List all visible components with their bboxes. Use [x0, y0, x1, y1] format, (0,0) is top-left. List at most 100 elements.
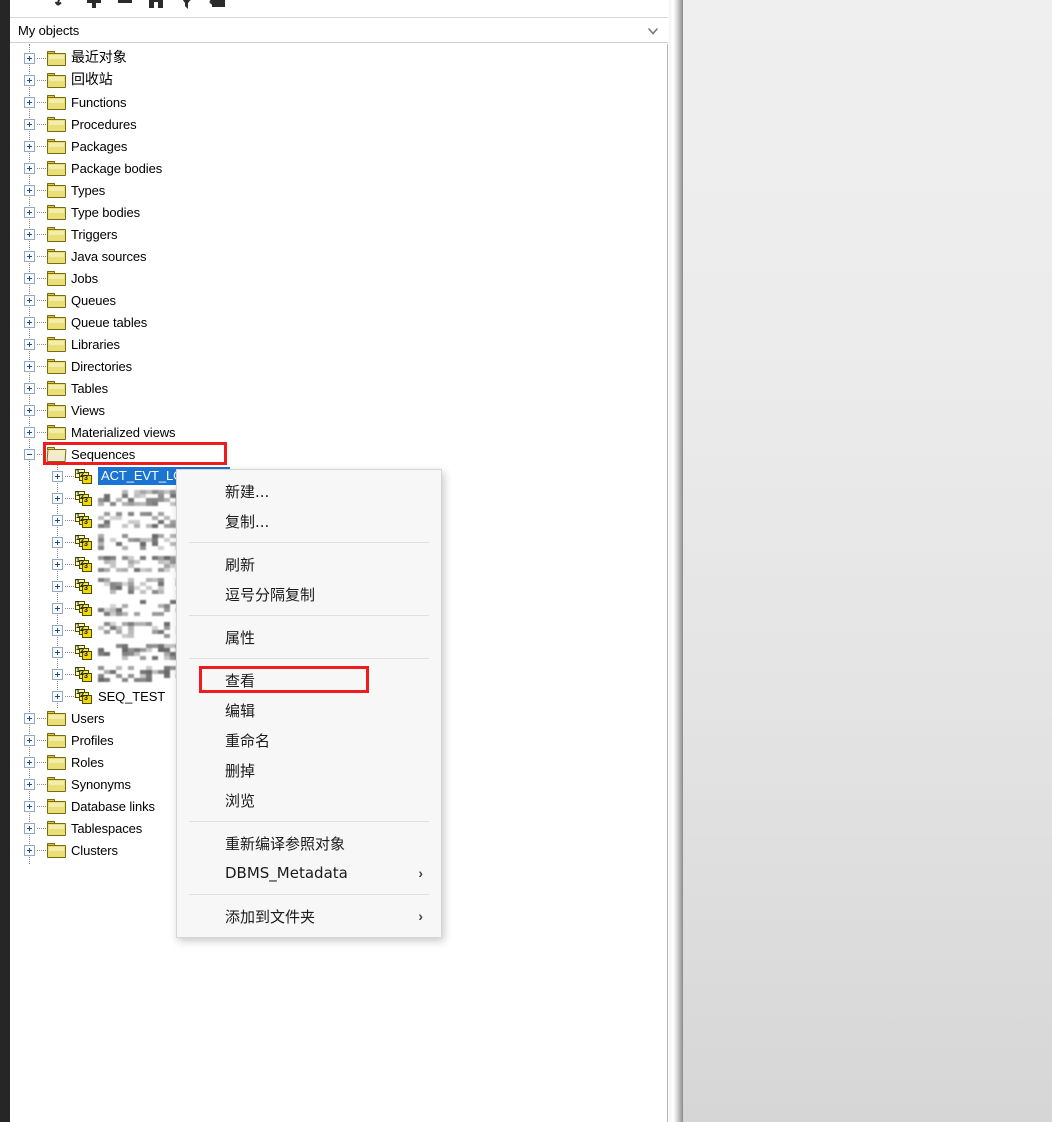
object-scope-label: My objects [18, 23, 80, 38]
tree-expander-collapsed[interactable] [24, 778, 35, 790]
tree-expander-collapsed[interactable] [24, 250, 35, 262]
tree-item-functions[interactable]: Functions [24, 91, 127, 113]
tree-expander-collapsed[interactable] [24, 844, 35, 856]
back-arrow-icon[interactable] [54, 0, 72, 11]
context-menu-item[interactable]: DBMS_Metadata › [177, 858, 441, 888]
tree-item-libraries[interactable]: Libraries [24, 333, 120, 355]
tree-item-procedures[interactable]: Procedures [24, 113, 137, 135]
copy-folder-icon[interactable] [209, 0, 227, 11]
tree-item-clusters[interactable]: Clusters [24, 839, 118, 861]
folder-open-icon [46, 446, 67, 462]
tree-item-sequences[interactable]: Sequences [24, 443, 135, 465]
add-icon[interactable] [85, 0, 103, 11]
tree-expander-collapsed[interactable] [52, 668, 63, 680]
tree-expander-collapsed[interactable] [24, 712, 35, 724]
tree-expander-collapsed[interactable] [52, 646, 63, 658]
tree-expander-collapsed[interactable] [52, 536, 63, 548]
tree-connector [37, 211, 46, 213]
tree-item-回收站[interactable]: 回收站 [24, 69, 113, 91]
tree-item-type-bodies[interactable]: Type bodies [24, 201, 140, 223]
tree-expander-collapsed[interactable] [24, 228, 35, 240]
filter-icon[interactable] [178, 0, 196, 11]
context-menu-item-label: 编辑 [225, 701, 256, 720]
object-scope-combo[interactable]: My objects [10, 19, 668, 43]
tree-item-triggers[interactable]: Triggers [24, 223, 118, 245]
context-menu-item[interactable]: 查看 [177, 665, 441, 695]
context-menu-item[interactable]: 新建... [177, 476, 441, 506]
tree-expander-collapsed[interactable] [24, 404, 35, 416]
tree-item-directories[interactable]: Directories [24, 355, 132, 377]
remove-icon[interactable] [116, 0, 134, 11]
tree-expander-collapsed[interactable] [52, 624, 63, 636]
tree-expander-collapsed[interactable] [24, 316, 35, 328]
tree-expander-collapsed[interactable] [52, 492, 63, 504]
context-menu-item[interactable]: 删掉 [177, 755, 441, 785]
tree-item-sequence[interactable]: 1 2 3 SEQ_TEST [52, 685, 165, 707]
tree-item-tables[interactable]: Tables [24, 377, 108, 399]
context-menu-item[interactable]: 添加到文件夹 › [177, 901, 441, 931]
tree-expander-collapsed[interactable] [24, 756, 35, 768]
context-menu-item[interactable]: 属性 [177, 622, 441, 652]
tree-expander-collapsed[interactable] [24, 74, 35, 86]
tree-item-label: Synonyms [71, 776, 131, 792]
context-menu-item[interactable]: 逗号分隔复制 [177, 579, 441, 609]
tree-expander-collapsed[interactable] [24, 294, 35, 306]
sequence-context-menu[interactable]: 新建... 复制... 刷新 逗号分隔复制 属性查看编辑重命名 删掉 浏览重新编译参照对象 D… [176, 469, 442, 938]
tree-expander-collapsed[interactable] [24, 96, 35, 108]
context-menu-item[interactable]: 浏览 [177, 785, 441, 815]
binoculars-icon[interactable] [147, 0, 165, 11]
tree-expander-collapsed[interactable] [24, 800, 35, 812]
tree-expander-collapsed[interactable] [52, 580, 63, 592]
tree-expander-collapsed[interactable] [24, 272, 35, 284]
tree-item-queue-tables[interactable]: Queue tables [24, 311, 147, 333]
tree-expander-expanded[interactable] [24, 448, 35, 460]
tree-expander-collapsed[interactable] [52, 514, 63, 526]
tree-expander-collapsed[interactable] [24, 206, 35, 218]
tree-item-views[interactable]: Views [24, 399, 105, 421]
sequence-icon: 123 [75, 600, 93, 616]
tree-connector [65, 475, 74, 477]
tree-item-profiles[interactable]: Profiles [24, 729, 114, 751]
tree-expander-collapsed[interactable] [24, 184, 35, 196]
tree-expander-collapsed[interactable] [24, 140, 35, 152]
tree-item-types[interactable]: Types [24, 179, 105, 201]
tree-expander-collapsed[interactable] [24, 734, 35, 746]
sequence-icon: 123 [75, 644, 93, 660]
tree-item-materialized-views[interactable]: Materialized views [24, 421, 176, 443]
tree-item-jobs[interactable]: Jobs [24, 267, 98, 289]
tree-item-最近对象[interactable]: 最近对象 [24, 47, 127, 69]
tree-expander-collapsed[interactable] [24, 426, 35, 438]
tree-item-database-links[interactable]: Database links [24, 795, 155, 817]
tree-expander-collapsed[interactable] [24, 338, 35, 350]
tree-expander-collapsed[interactable] [24, 822, 35, 834]
tree-item-queues[interactable]: Queues [24, 289, 116, 311]
tree-expander-collapsed[interactable] [24, 162, 35, 174]
tree-item-packages[interactable]: Packages [24, 135, 127, 157]
tree-expander-collapsed[interactable] [52, 470, 63, 482]
tree-expander-collapsed[interactable] [52, 602, 63, 614]
context-menu-item[interactable]: 重新编译参照对象 [177, 828, 441, 858]
tree-expander-collapsed[interactable] [24, 360, 35, 372]
context-menu-item[interactable]: 复制... [177, 506, 441, 536]
panel-splitter[interactable] [669, 0, 682, 1122]
tree-item-package-bodies[interactable]: Package bodies [24, 157, 162, 179]
tree-expander-collapsed[interactable] [52, 558, 63, 570]
tree-expander-collapsed[interactable] [24, 382, 35, 394]
tree-expander-collapsed[interactable] [24, 52, 35, 64]
tree-expander-collapsed[interactable] [52, 690, 63, 702]
context-menu-item[interactable]: 重命名 [177, 725, 441, 755]
tree-item-java-sources[interactable]: Java sources [24, 245, 147, 267]
folder-icon [47, 226, 66, 242]
context-menu-item-label: 复制... [225, 512, 270, 531]
tree-item-label: Database links [71, 798, 155, 814]
tree-item-tablespaces[interactable]: Tablespaces [24, 817, 142, 839]
tree-item-synonyms[interactable]: Synonyms [24, 773, 131, 795]
context-menu-item[interactable]: 编辑 [177, 695, 441, 725]
context-menu-item[interactable]: 刷新 [177, 549, 441, 579]
tree-item-users[interactable]: Users [24, 707, 105, 729]
chevron-down-icon[interactable] [646, 24, 660, 38]
folder-icon [47, 424, 66, 440]
tree-item-roles[interactable]: Roles [24, 751, 104, 773]
context-menu-separator [189, 542, 429, 543]
tree-expander-collapsed[interactable] [24, 118, 35, 130]
